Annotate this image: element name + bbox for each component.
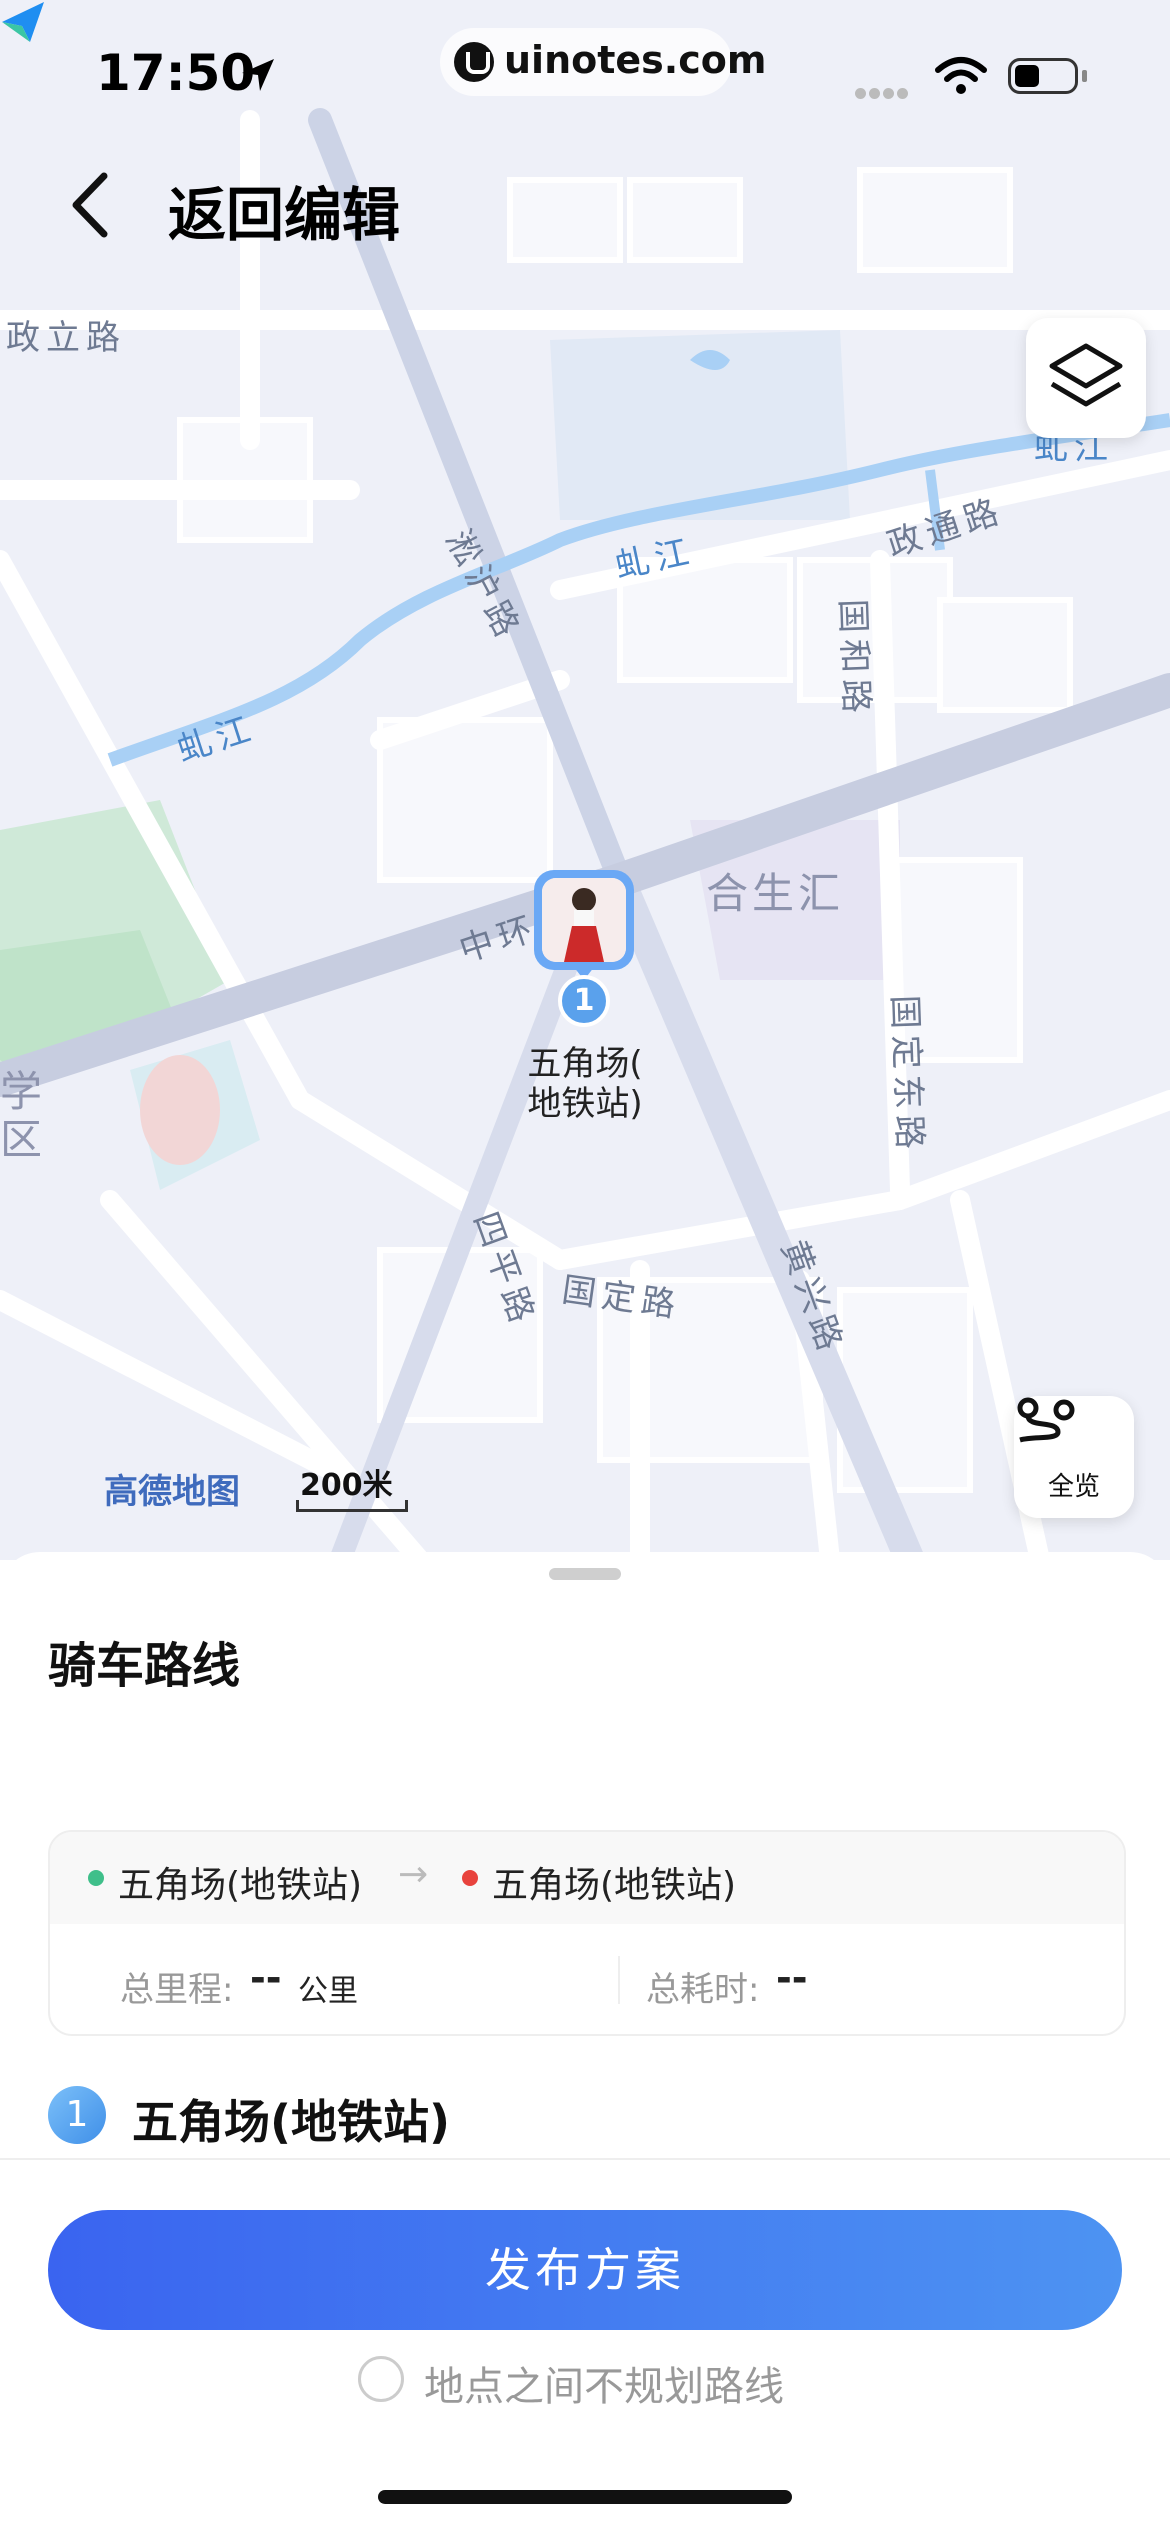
back-to-edit-title[interactable]: 返回编辑 — [168, 168, 400, 252]
marker-number-badge: 1 — [558, 975, 610, 1027]
map-scale-label: 200米 — [300, 1468, 393, 1503]
route-arrow-icon: → — [398, 1854, 429, 1895]
layers-icon — [1049, 343, 1123, 407]
no-route-label[interactable]: 地点之间不规划路线 — [424, 2354, 784, 2412]
start-dot — [88, 1870, 104, 1886]
no-route-checkbox[interactable] — [358, 2356, 404, 2402]
street-label: 国定东路 — [884, 994, 930, 1156]
poi-label: 合生汇 — [706, 869, 845, 918]
route-endpoints: 五角场(地铁站) → 五角场(地铁站) — [50, 1832, 1124, 1924]
route-end: 五角场(地铁站) — [492, 1865, 737, 1906]
duration-value: -- — [776, 1956, 808, 2000]
location-arrow-icon — [242, 59, 274, 91]
marker-label-line2: 地铁站) — [527, 1084, 643, 1124]
duration-label: 总耗时: — [646, 1970, 760, 2010]
status-bar: 17:50 uinotes.com — [0, 0, 1170, 150]
cellular-signal-icon — [855, 84, 911, 103]
street-label: 国和路 — [832, 598, 877, 720]
distance-label: 总里程: — [120, 1970, 234, 2010]
marker-label-line1: 五角场( — [527, 1044, 643, 1084]
route-overview-icon — [1017, 1397, 1075, 1443]
stop-number-badge: 1 — [48, 2086, 106, 2144]
map-scale-bar — [296, 1500, 408, 1512]
location-marker[interactable] — [534, 870, 634, 970]
marker-avatar — [542, 878, 626, 962]
wifi-icon — [935, 57, 987, 94]
end-dot — [462, 1870, 478, 1886]
distance-value: -- — [250, 1956, 282, 2000]
sheet-divider — [0, 2158, 1170, 2160]
url-text: uinotes.com — [504, 38, 767, 82]
battery-cap — [1082, 70, 1087, 82]
url-pill[interactable]: uinotes.com — [440, 28, 766, 96]
sheet-drag-handle[interactable] — [549, 1568, 621, 1580]
marker-label: 五角场( 地铁站) — [480, 1044, 690, 1124]
poi-label: 学区 — [0, 1067, 47, 1164]
layers-button[interactable] — [1026, 318, 1146, 438]
overview-button[interactable]: 全览 — [1014, 1396, 1134, 1518]
route-start: 五角场(地铁站) — [118, 1865, 363, 1906]
status-time: 17:50 — [96, 44, 256, 102]
street-label: 政立路 — [6, 318, 126, 358]
uinotes-logo-icon — [454, 42, 494, 82]
battery-icon — [1008, 58, 1078, 94]
home-indicator — [378, 2490, 792, 2504]
metric-divider — [618, 1956, 620, 2004]
route-summary-card: 五角场(地铁站) → 五角场(地铁站) 总里程: -- 公里 总耗时: -- — [48, 1830, 1126, 2036]
overview-label: 全览 — [1047, 1472, 1100, 1502]
route-sheet: 骑车路线 五角场(地铁站) → 五角场(地铁站) 总里程: -- 公里 总耗时:… — [0, 1552, 1170, 2532]
stop-name[interactable]: 五角场(地铁站) — [132, 2086, 450, 2152]
map-provider-label: 高德地图 — [104, 1472, 240, 1512]
back-chevron-icon[interactable] — [60, 170, 120, 240]
sheet-title: 骑车路线 — [48, 1638, 241, 1694]
publish-plan-button[interactable]: 发布方案 — [48, 2210, 1122, 2330]
distance-unit: 公里 — [298, 1974, 358, 2009]
